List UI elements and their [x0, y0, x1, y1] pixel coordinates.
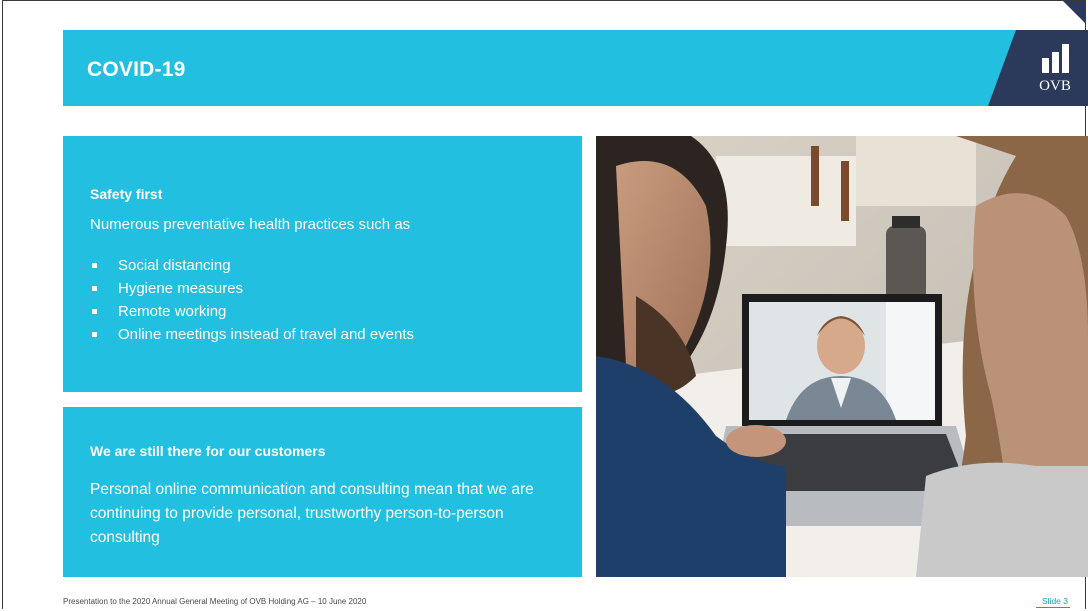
bullet-square-icon — [92, 309, 97, 314]
video-call-photo — [596, 136, 1088, 577]
customers-body: Personal online communication and consul… — [90, 481, 534, 546]
customers-panel: We are still there for our customers Per… — [63, 407, 582, 577]
title-bar: COVID-19 OVB — [63, 30, 1088, 106]
list-item: Social distancing — [90, 254, 414, 277]
bullet-square-icon — [92, 286, 97, 291]
list-item: Remote working — [90, 300, 414, 323]
safety-bullet-list: Social distancing Hygiene measures Remot… — [90, 254, 414, 346]
customers-heading: We are still there for our customers — [90, 443, 326, 459]
bullet-square-icon — [92, 332, 97, 337]
slide-number: Slide 3 — [1036, 596, 1070, 608]
safety-panel: Safety first Numerous preventative healt… — [63, 136, 582, 392]
footer-text: Presentation to the 2020 Annual General … — [63, 597, 367, 606]
bullet-square-icon — [92, 263, 97, 268]
list-item: Online meetings instead of travel and ev… — [90, 323, 414, 346]
slide-title: COVID-19 — [87, 58, 186, 81]
ovb-logo: OVB — [988, 30, 1088, 106]
corner-accent — [1063, 1, 1085, 23]
list-item: Hygiene measures — [90, 277, 414, 300]
safety-heading: Safety first — [90, 186, 163, 202]
safety-intro: Numerous preventative health practices s… — [90, 216, 411, 233]
logo-text: OVB — [1039, 78, 1071, 94]
